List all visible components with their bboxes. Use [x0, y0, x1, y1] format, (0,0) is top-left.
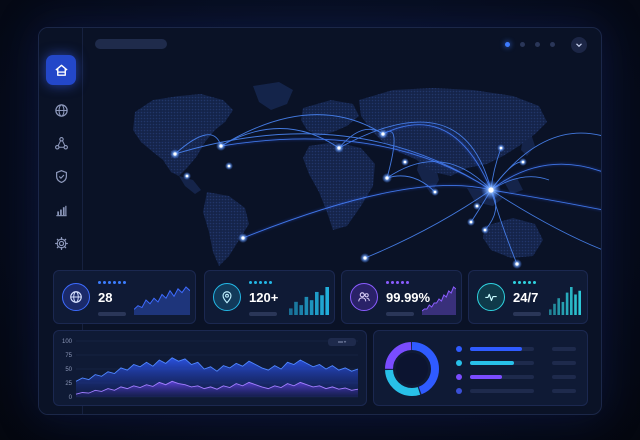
- legend-value-placeholder: [552, 375, 576, 379]
- spark-area: [134, 287, 190, 315]
- pagination-dots: [505, 42, 555, 47]
- legend-bar-fill: [470, 361, 514, 365]
- sidebar-item-bar-chart[interactable]: [46, 195, 76, 225]
- area-chart: 100 75 50 25 0: [62, 339, 359, 401]
- bar-chart-icon: [55, 205, 67, 216]
- legend-bar-fill: [470, 375, 502, 379]
- legend-bar-track: [470, 361, 534, 365]
- stat-caption-placeholder: [98, 312, 126, 316]
- stat-indicator-dots: [386, 281, 409, 284]
- page-dot[interactable]: [535, 42, 540, 47]
- legend-value-placeholder: [552, 361, 576, 365]
- page-dot[interactable]: [550, 42, 555, 47]
- stat-card-support[interactable]: 24/7: [468, 270, 588, 324]
- distribution-panel: [373, 330, 588, 406]
- account-menu-button[interactable]: [571, 37, 587, 53]
- legend-item[interactable]: [456, 343, 582, 357]
- spark-bar: [325, 287, 329, 315]
- network-icon: [54, 136, 68, 149]
- world-map[interactable]: [83, 60, 601, 270]
- legend-bar-track: [470, 375, 534, 379]
- stat-indicator-dots: [249, 281, 272, 284]
- spark-bar: [565, 292, 569, 315]
- sidebar-item-home[interactable]: [46, 55, 76, 85]
- pulse-icon: [485, 293, 497, 302]
- legend-value-placeholder: [552, 389, 576, 393]
- spark-bar: [561, 301, 565, 315]
- donut-hole: [396, 353, 428, 385]
- legend-item[interactable]: [456, 371, 582, 385]
- stat-card-uptime[interactable]: 99.99%: [341, 270, 462, 324]
- stat-value: 120+: [249, 290, 279, 305]
- mini-bar-chart: [549, 287, 581, 315]
- spark-bar: [553, 303, 556, 315]
- spark-bar: [304, 296, 309, 315]
- spark-bar: [299, 305, 303, 315]
- chevron-down-icon: [576, 43, 582, 48]
- legend-list: [456, 343, 582, 399]
- y-tick-label: 25: [65, 381, 72, 387]
- topbar: [83, 28, 601, 60]
- home-icon: [54, 64, 68, 76]
- sidebar-item-shield[interactable]: [46, 161, 76, 191]
- sidebar-item-settings[interactable]: [46, 228, 76, 258]
- legend-bar-track: [470, 347, 534, 351]
- spark-bar: [320, 295, 324, 315]
- legend-bar-fill: [470, 347, 523, 351]
- stat-value: 28: [98, 290, 113, 305]
- legend-item[interactable]: [456, 385, 582, 399]
- y-tick-label: 75: [65, 353, 72, 359]
- stat-card-locations[interactable]: 120+: [204, 270, 335, 324]
- traffic-chart-panel: 100 75 50 25 0: [53, 330, 367, 406]
- stat-icon-wrap: [477, 283, 505, 311]
- legend-item[interactable]: [456, 357, 582, 371]
- mini-bar-chart: [289, 287, 329, 315]
- stat-indicator-dots: [98, 281, 126, 284]
- sparkline-chart: [134, 286, 190, 315]
- dashboard-window: 28 120+ 99.99% 24/7 100 75 50 25 0: [38, 27, 602, 415]
- spark-bar: [309, 300, 314, 315]
- stat-caption-placeholder: [386, 312, 414, 316]
- spark-bar: [557, 298, 560, 315]
- users-icon: [358, 292, 370, 302]
- legend-dot: [456, 374, 462, 380]
- spark-area: [422, 287, 456, 315]
- spark-bar: [578, 290, 581, 315]
- stat-value: 24/7: [513, 290, 539, 305]
- spark-bar: [570, 287, 573, 315]
- legend-dot: [456, 346, 462, 352]
- world-map-svg: [133, 82, 601, 269]
- y-tick-label: 100: [62, 339, 73, 345]
- stat-icon-wrap: [62, 283, 90, 311]
- page-dot[interactable]: [505, 42, 510, 47]
- stat-caption-placeholder: [513, 312, 541, 316]
- shield-icon: [55, 169, 67, 183]
- stat-caption-placeholder: [249, 312, 277, 316]
- y-tick-label: 50: [65, 367, 72, 373]
- spark-bar: [294, 301, 298, 315]
- globe-icon: [54, 103, 68, 117]
- spark-bar: [549, 309, 552, 315]
- location-pin-icon: [222, 291, 232, 304]
- sidebar-item-globe[interactable]: [46, 95, 76, 125]
- spark-bar: [574, 294, 577, 315]
- legend-dot: [456, 388, 462, 394]
- legend-dot: [456, 360, 462, 366]
- page-dot[interactable]: [520, 42, 525, 47]
- globe-icon: [70, 291, 82, 303]
- spark-bar: [315, 291, 319, 315]
- legend-bar-track: [470, 389, 534, 393]
- gear-icon: [54, 236, 68, 250]
- donut-chart: [385, 342, 439, 396]
- sparkline-chart: [422, 286, 456, 315]
- stat-icon-wrap: [213, 283, 241, 311]
- stat-icon-wrap: [350, 283, 378, 311]
- spark-bar: [289, 308, 293, 315]
- sidebar-item-network[interactable]: [46, 128, 76, 158]
- stat-indicator-dots: [513, 281, 536, 284]
- y-tick-label: 0: [69, 395, 73, 401]
- stat-card-countries[interactable]: 28: [53, 270, 196, 324]
- search-bar[interactable]: [95, 39, 167, 49]
- legend-value-placeholder: [552, 347, 576, 351]
